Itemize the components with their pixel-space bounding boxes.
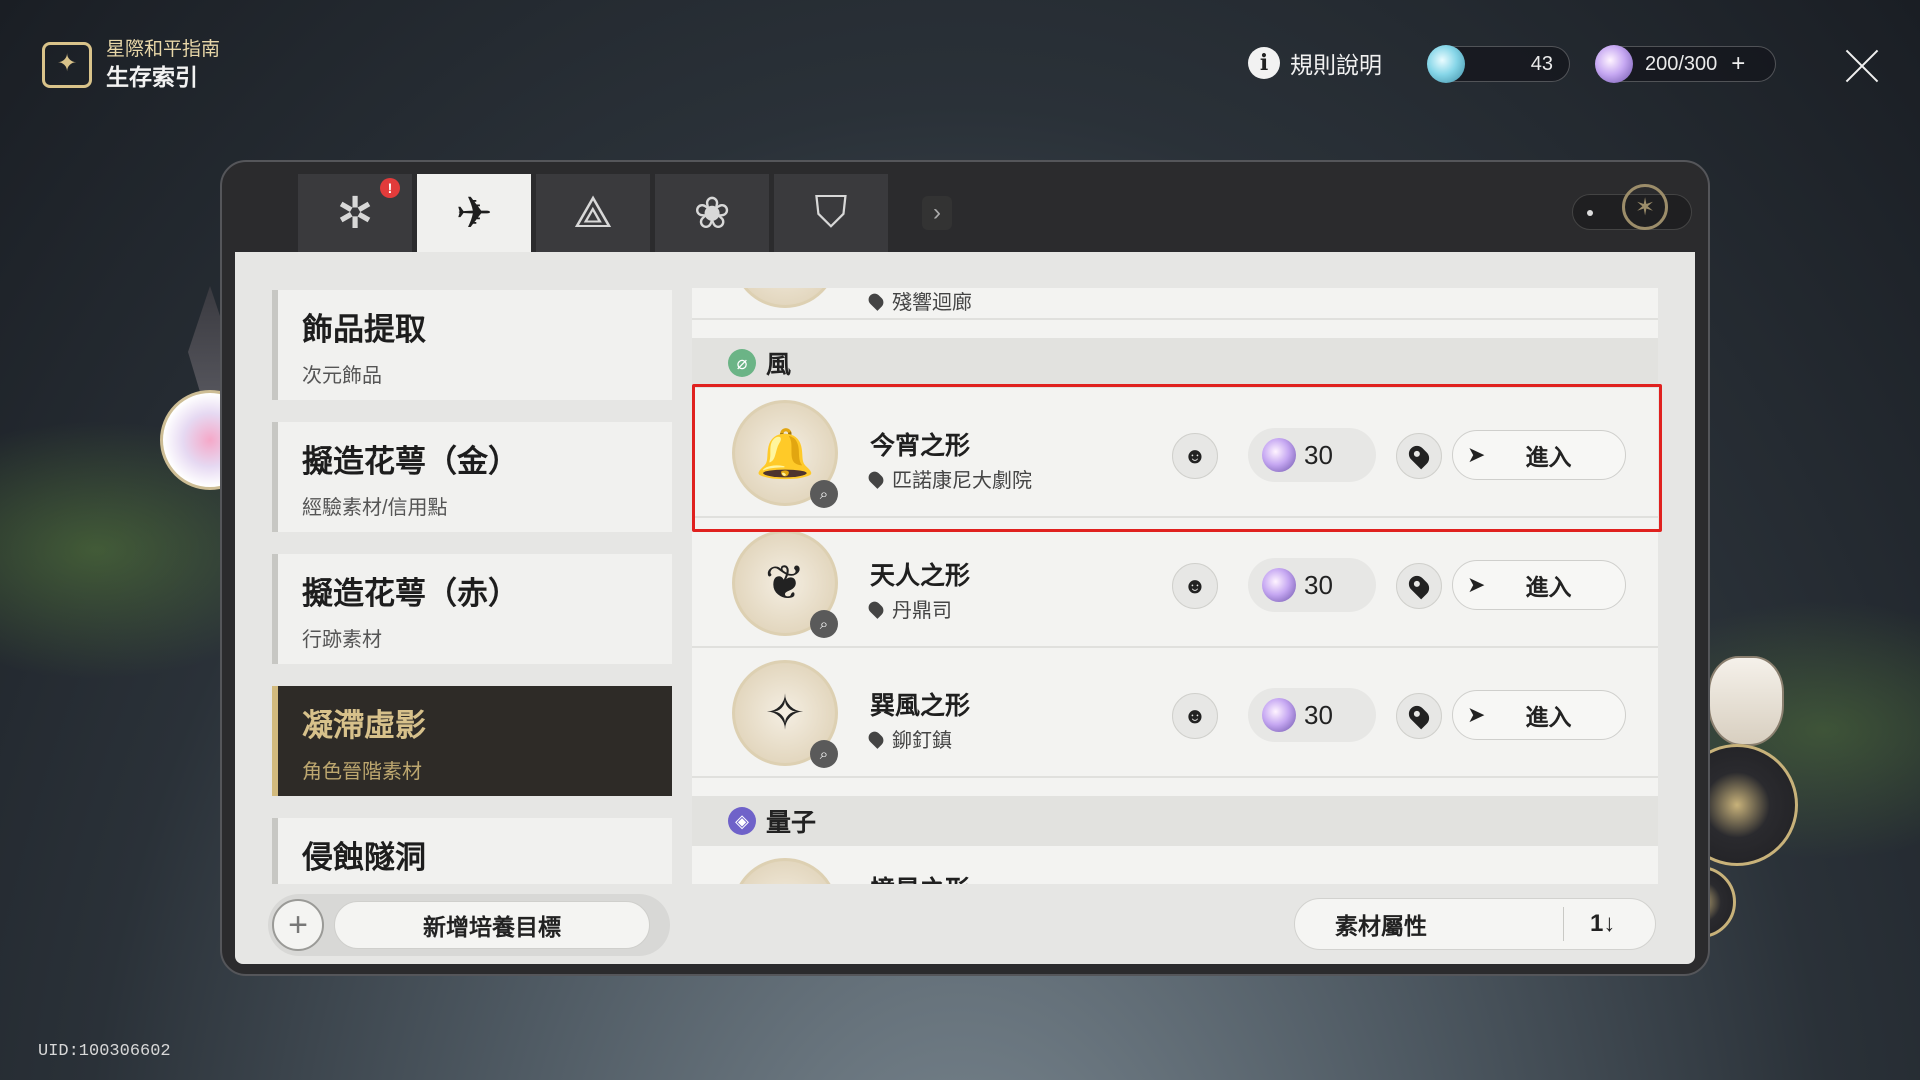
group-header-wind: ⌀ 風 (692, 338, 1658, 388)
list-item[interactable]: ❦ ⌕ 天人之形 丹鼎司 ☻ 30 ➤ 進入 (692, 518, 1658, 648)
zoom-icon[interactable]: ⌕ (810, 740, 838, 768)
item-icon (732, 288, 838, 308)
item-location: 丹鼎司 (866, 594, 952, 623)
boss-avatar-icon[interactable]: ☻ (1172, 563, 1218, 609)
item-name: 憶星之形 (870, 870, 970, 884)
chevron-right-icon[interactable]: › (922, 196, 952, 230)
category-title: 飾品提取 (302, 312, 426, 347)
tab-treasures[interactable]: ⟁ (536, 174, 652, 252)
fuel-orb-icon (1427, 45, 1465, 83)
teleport-arrow-icon: ➤ (1467, 572, 1486, 597)
trailblaze-power-counter[interactable]: 200/300 + (1595, 45, 1776, 83)
sort-order-icon[interactable]: 1↓ (1590, 910, 1615, 938)
shield-trident-icon: ⛉ (814, 188, 848, 237)
category-subtitle: 角色晉階素材 (302, 761, 422, 783)
sort-label: 素材屬性 (1335, 913, 1427, 939)
toggle-emblem-icon: ✶ (1622, 184, 1668, 230)
map-pin-icon (1405, 702, 1433, 730)
brand-subtitle: 星際和平指南 (106, 39, 221, 60)
item-location: 殘響迴廊 (866, 288, 972, 315)
list-item[interactable]: ✧ ⌕ 巽風之形 鉚釘鎮 ☻ 30 ➤ 進入 (692, 648, 1658, 778)
sort-control[interactable]: 素材屬性 1↓ (1294, 898, 1656, 950)
guide-book-icon (42, 42, 92, 88)
plus-icon[interactable]: + (272, 899, 324, 951)
category-title: 擬造花萼（赤） (302, 576, 519, 611)
location-pin-icon (866, 728, 886, 749)
trailblaze-power-icon (1262, 698, 1296, 732)
item-name: 天人之形 (870, 562, 971, 590)
category-ornament-extraction[interactable]: 飾品提取 次元飾品 (272, 290, 672, 400)
category-title: 侵蝕隧洞 (302, 840, 426, 875)
list-item-partial[interactable]: 憶星之形 (692, 846, 1658, 884)
add-power-plus-icon[interactable]: + (1731, 50, 1745, 78)
category-title: 凝滯虛影 (302, 708, 426, 743)
category-title: 擬造花萼（金） (302, 444, 519, 479)
compass-gear-icon: ✲ (336, 188, 374, 238)
cost-value: 30 (1304, 699, 1333, 730)
map-pin-button[interactable] (1396, 693, 1442, 739)
fuel-value: 43 (1530, 52, 1553, 75)
group-label: 風 (766, 351, 792, 379)
category-subtitle: 行跡素材 (302, 629, 382, 651)
paper-plane-icon: ✈ (455, 188, 493, 238)
enter-label: 進入 (1525, 574, 1572, 600)
category-subtitle: 經驗素材/信用點 (302, 497, 448, 519)
item-name: 巽風之形 (870, 692, 971, 720)
trailblaze-power-value: 200/300 (1645, 52, 1718, 75)
tab-survival-index[interactable]: ✈ (417, 174, 533, 252)
enter-button[interactable]: ➤ 進入 (1452, 560, 1626, 610)
trailblaze-power-icon (1262, 568, 1296, 602)
map-pin-button[interactable] (1396, 563, 1442, 609)
category-subtitle: 次元飾品 (302, 365, 382, 387)
trailblaze-power-icon (1595, 45, 1633, 83)
quantum-element-icon: ◈ (728, 807, 756, 835)
rules-button[interactable]: i 規則說明 (1248, 46, 1382, 80)
tab-strategy[interactable]: ⛉ (774, 174, 890, 252)
category-calyx-gold[interactable]: 擬造花萼（金） 經驗素材/信用點 (272, 422, 672, 532)
location-pin-icon (866, 598, 886, 619)
enter-button[interactable]: ➤ 進入 (1452, 690, 1626, 740)
category-stagnant-shadow[interactable]: 凝滯虛影 角色晉階素材 (272, 686, 672, 796)
item-icon (732, 858, 838, 884)
wind-element-icon: ⌀ (728, 349, 756, 377)
enter-label: 進入 (1525, 704, 1572, 730)
cost-display: 30 (1248, 688, 1376, 742)
tab-lightcone[interactable]: ❀ (655, 174, 771, 252)
fuel-resource-counter[interactable]: 43 (1427, 45, 1570, 83)
list-item-partial[interactable]: 殘響迴廊 (692, 288, 1658, 320)
cost-display: 30 (1248, 558, 1376, 612)
alert-badge: ! (380, 178, 400, 198)
shadow-list[interactable]: 殘響迴廊 ⌀ 風 🔔 ⌕ 今宵之形 匹諾康尼大劇院 ☻ 30 ➤ 進入 ❦ ⌕ … (692, 288, 1658, 884)
triangle-emblem-icon: ⟁ (573, 188, 613, 237)
add-goal-button[interactable]: 新增培養目標 (334, 901, 650, 949)
rules-label: 規則說明 (1290, 52, 1382, 78)
user-id: UID:100306602 (38, 1042, 171, 1061)
teleport-arrow-icon: ➤ (1467, 702, 1486, 727)
cost-value: 30 (1304, 569, 1333, 600)
app-brand: 星際和平指南 生存索引 (42, 38, 220, 92)
decor-mascot (1708, 656, 1784, 746)
close-icon[interactable] (1842, 46, 1882, 86)
selection-highlight (692, 384, 1662, 532)
category-cavern-of-corrosion[interactable]: 侵蝕隧洞 (272, 818, 672, 884)
group-label: 量子 (766, 809, 817, 837)
item-location: 鉚釘鎮 (866, 724, 952, 753)
add-goal-bar: + 新增培養目標 (268, 894, 670, 956)
category-calyx-crimson[interactable]: 擬造花萼（赤） 行跡素材 (272, 554, 672, 664)
tab-daily-training[interactable]: ✲ ! (298, 174, 414, 252)
divider (1563, 907, 1564, 941)
group-header-quantum: ◈ 量子 (692, 796, 1658, 846)
page-title: 生存索引 (106, 64, 198, 90)
lotus-emblem-icon: ❀ (693, 188, 731, 238)
zoom-icon[interactable]: ⌕ (810, 610, 838, 638)
map-pin-icon (1405, 572, 1433, 600)
info-icon: i (1248, 47, 1280, 79)
boss-avatar-icon[interactable]: ☻ (1172, 693, 1218, 739)
location-pin-icon (866, 290, 886, 311)
